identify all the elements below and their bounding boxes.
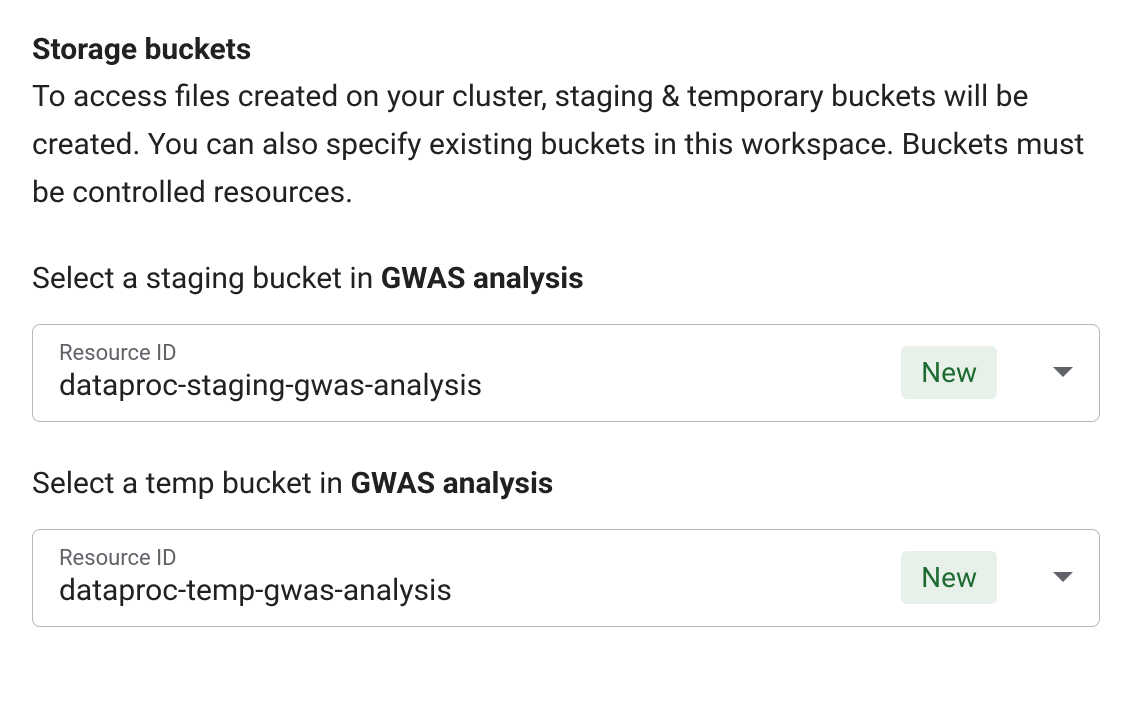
chevron-down-icon: [1053, 367, 1073, 377]
chevron-down-icon: [1053, 572, 1073, 582]
section-description: To access files created on your cluster,…: [32, 73, 1100, 217]
staging-resource-id-label: Resource ID: [59, 341, 901, 366]
temp-new-badge: New: [901, 551, 997, 604]
section-title: Storage buckets: [32, 32, 1100, 67]
temp-workspace-name: GWAS analysis: [350, 466, 553, 501]
staging-label-prefix: Select a staging bucket in: [32, 261, 381, 296]
staging-workspace-name: GWAS analysis: [381, 261, 584, 296]
temp-select-content: Resource ID dataproc-temp-gwas-analysis: [59, 546, 901, 608]
staging-bucket-label: Select a staging bucket in GWAS analysis: [32, 261, 1100, 296]
storage-buckets-section: Storage buckets To access files created …: [32, 32, 1100, 627]
staging-bucket-select[interactable]: Resource ID dataproc-staging-gwas-analys…: [32, 324, 1100, 422]
temp-resource-id-value: dataproc-temp-gwas-analysis: [59, 573, 901, 608]
temp-label-prefix: Select a temp bucket in: [32, 466, 350, 501]
staging-select-content: Resource ID dataproc-staging-gwas-analys…: [59, 341, 901, 403]
temp-bucket-select[interactable]: Resource ID dataproc-temp-gwas-analysis …: [32, 529, 1100, 627]
temp-bucket-label: Select a temp bucket in GWAS analysis: [32, 466, 1100, 501]
temp-resource-id-label: Resource ID: [59, 546, 901, 571]
staging-new-badge: New: [901, 346, 997, 399]
staging-resource-id-value: dataproc-staging-gwas-analysis: [59, 368, 901, 403]
